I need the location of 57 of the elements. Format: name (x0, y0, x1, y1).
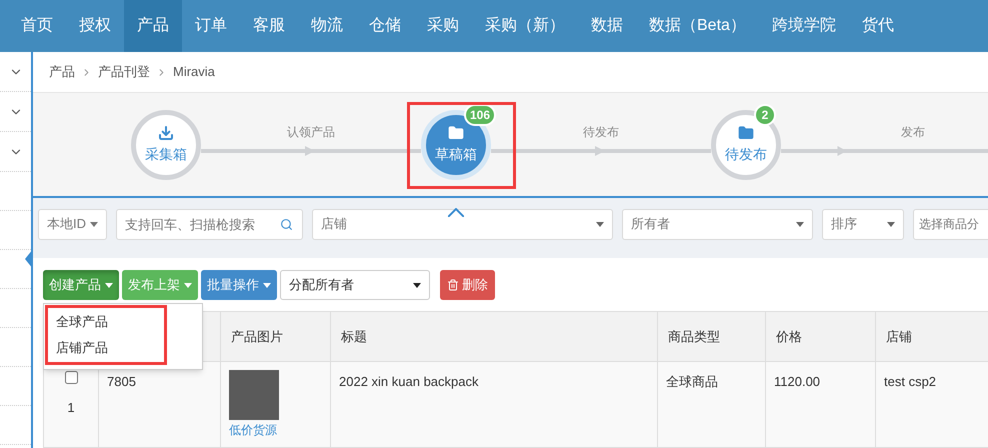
workflow-step[interactable]: 采集箱 (131, 110, 201, 180)
filter-dropdown[interactable]: 本地ID (38, 208, 107, 240)
caret-icon (184, 282, 192, 288)
dropdown-button[interactable]: 创建产品 (43, 270, 119, 300)
row-checkbox[interactable] (64, 371, 78, 384)
nav-tab[interactable]: 授权 (66, 0, 124, 52)
breadcrumb-link[interactable]: 产品 (49, 62, 75, 82)
search-field[interactable]: 支持回车、扫描枪搜索 (116, 208, 303, 240)
folder-icon (448, 124, 464, 140)
menu-item[interactable]: 店铺产品 (48, 335, 164, 361)
collapse-tab-icon[interactable] (25, 249, 33, 269)
count-badge: 2 (754, 104, 776, 126)
caret-icon (90, 222, 98, 226)
nav-tab[interactable]: 首页 (8, 0, 66, 52)
menu-item[interactable]: 全球产品 (48, 309, 164, 335)
caret-icon (887, 222, 895, 226)
nav-tab[interactable]: 采购 (414, 0, 472, 52)
nav-tab[interactable]: 物流 (298, 0, 356, 52)
nav-tab[interactable]: 跨境学院 (758, 0, 849, 52)
search-icon (280, 218, 293, 230)
delete-button[interactable]: 删除 (440, 270, 495, 300)
row-index: 1 (67, 399, 75, 417)
nav-tab[interactable]: 数据 (578, 0, 636, 52)
nav-tab[interactable]: 订单 (182, 0, 240, 52)
select-field[interactable]: 选择商品分 (913, 208, 988, 240)
owner-select[interactable]: 分配所有者 (280, 270, 430, 300)
column-header: 标题 (330, 312, 658, 362)
nav-tab[interactable]: 仓储 (356, 0, 414, 52)
dropdown-button[interactable]: 发布上架 (122, 270, 198, 300)
caret-icon (263, 282, 271, 288)
trash-icon (447, 279, 459, 291)
breadcrumb-link[interactable]: Miravia (173, 62, 215, 82)
nav-tab[interactable]: 数据（Beta） (636, 0, 759, 52)
connector-label: 待发布 (583, 124, 619, 140)
breadcrumb-link[interactable]: 产品刊登 (98, 62, 150, 82)
source-link[interactable]: 低价货源 (229, 423, 277, 437)
download-icon (158, 124, 174, 140)
nav-tab[interactable]: 采购（新） (472, 0, 578, 52)
nav-tab[interactable]: 产品 (124, 0, 182, 52)
table-cell: 1120.00 (766, 362, 876, 448)
connector-label: 发布 (901, 124, 925, 140)
caret-icon (596, 222, 604, 226)
table-cell: 2022 xin kuan backpack (330, 362, 658, 448)
folder-icon (738, 124, 754, 140)
nav-tab[interactable]: 客服 (240, 0, 298, 52)
dropdown-button[interactable]: 批量操作 (201, 270, 277, 300)
select-field[interactable]: 所有者 (622, 208, 813, 240)
caret-icon (413, 282, 421, 288)
table-cell: 全球商品 (658, 362, 766, 448)
caret-icon (796, 222, 804, 226)
caret-icon (105, 282, 113, 288)
connector-label: 认领产品 (287, 124, 335, 140)
select-field[interactable]: 排序 (822, 208, 904, 240)
nav-tab[interactable]: 货代 (848, 0, 907, 52)
photo-placeholder (229, 370, 279, 420)
pointer-caret-icon (448, 208, 464, 216)
select-field[interactable]: 店铺 (312, 208, 613, 240)
